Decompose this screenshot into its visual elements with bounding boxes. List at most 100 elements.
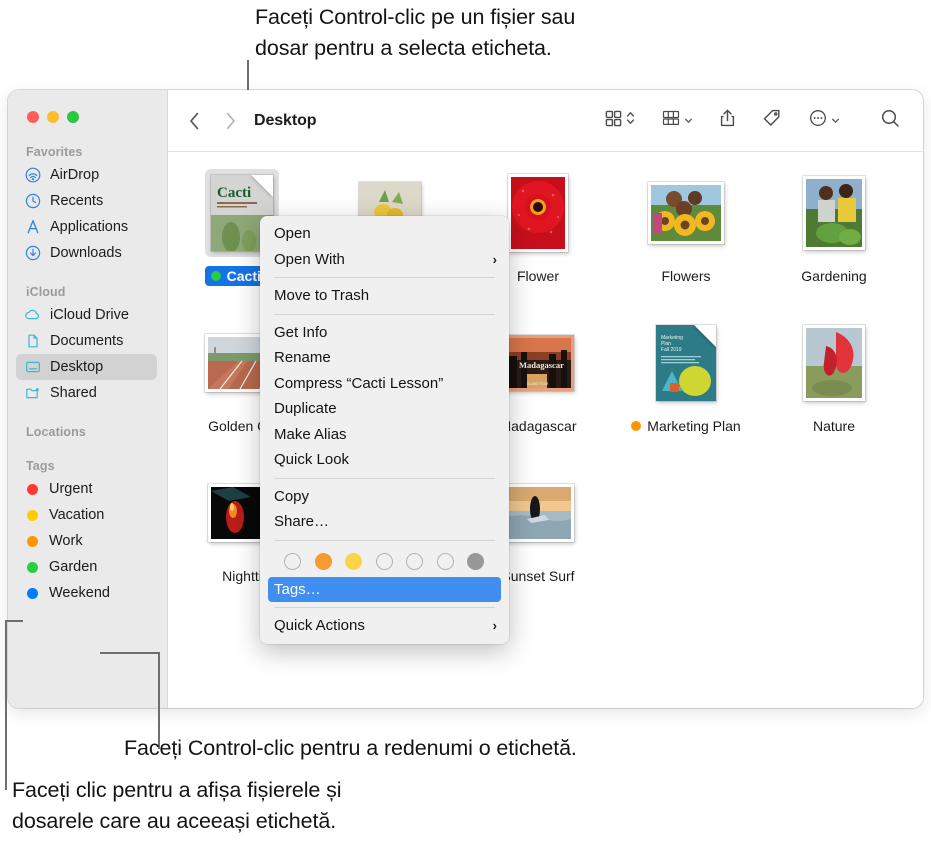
sidebar-item-desktop[interactable]: Desktop — [16, 354, 157, 380]
tag-dot-icon — [27, 509, 38, 521]
chevron-down-icon[interactable] — [684, 112, 693, 130]
menu-item-open[interactable]: Open — [260, 221, 509, 247]
marketing-plan-document-thumb: Marketing Plan Fall 2019 — [656, 325, 716, 401]
thumbnail-container — [648, 170, 724, 256]
menu-separator — [274, 313, 495, 315]
menu-item-make-alias[interactable]: Make Alias — [260, 422, 509, 448]
file-item-nature[interactable]: Nature — [760, 316, 908, 466]
context-menu[interactable]: Open Open With › Move to Trash Get Info … — [260, 216, 509, 644]
ellipsis-circle-icon[interactable] — [808, 108, 828, 133]
chevron-up-down-icon[interactable] — [626, 109, 635, 132]
sidebar-item-label: Garden — [49, 559, 98, 575]
view-options-control[interactable] — [604, 109, 635, 133]
file-item-flowers[interactable]: Flowers — [612, 166, 760, 316]
file-label[interactable]: Flowers — [655, 266, 716, 286]
menu-item-label: Tags… — [274, 580, 321, 598]
forward-button[interactable] — [218, 108, 242, 134]
applications-icon — [24, 219, 41, 236]
sidebar-item-recents[interactable]: Recents — [16, 188, 157, 214]
tag-dot-icon — [210, 271, 221, 281]
menu-item-quick-actions[interactable]: Quick Actions › — [260, 613, 509, 639]
menu-separator — [274, 539, 495, 541]
chevron-down-icon[interactable] — [831, 112, 840, 130]
clock-icon — [24, 193, 41, 210]
tag-swatch-row[interactable] — [260, 546, 509, 577]
menu-item-label: Open With — [274, 250, 345, 268]
desktop-icon — [24, 359, 41, 376]
menu-item-get-info[interactable]: Get Info — [260, 320, 509, 346]
more-actions-control[interactable] — [808, 108, 840, 133]
menu-item-move-to-trash[interactable]: Move to Trash — [260, 283, 509, 309]
file-label[interactable]: Flower — [511, 266, 565, 286]
minimize-window-button[interactable] — [47, 111, 59, 123]
file-item-gardening[interactable]: Gardening — [760, 166, 908, 316]
search-icon[interactable] — [880, 108, 901, 134]
maximize-window-button[interactable] — [67, 111, 79, 123]
menu-item-duplicate[interactable]: Duplicate — [260, 396, 509, 422]
share-button[interactable] — [719, 108, 736, 133]
sidebar-item-label: Applications — [50, 219, 129, 235]
thumbnail-container — [508, 170, 568, 256]
sidebar-item-downloads[interactable]: Downloads — [16, 240, 157, 266]
download-icon — [24, 245, 41, 262]
menu-item-label: Move to Trash — [274, 287, 370, 305]
file-label[interactable]: Gardening — [795, 266, 872, 286]
group-by-control[interactable] — [661, 109, 693, 132]
grid-view-icon[interactable] — [604, 109, 623, 133]
file-name: Nightti — [222, 568, 262, 584]
tag-swatch-blue[interactable] — [406, 552, 423, 570]
screenshot-root: Faceți Control-clic pe un fișier sau dos… — [0, 0, 931, 851]
thumbnail-container — [803, 170, 865, 256]
leader-line-work-h — [5, 620, 23, 622]
svg-text:Cacti: Cacti — [217, 185, 251, 201]
share-icon[interactable] — [719, 108, 736, 133]
sidebar-item-label: Documents — [50, 333, 124, 349]
sidebar-item-applications[interactable]: Applications — [16, 214, 157, 240]
tag-icon[interactable] — [762, 108, 782, 133]
thumbnail-container — [502, 470, 574, 556]
group-by-icon[interactable] — [661, 109, 681, 132]
tag-swatch-none[interactable] — [284, 552, 301, 570]
sidebar-item-documents[interactable]: Documents — [16, 328, 157, 354]
thumbnail-container: Marketing Plan Fall 2019 — [656, 320, 716, 406]
sidebar-item-label: Vacation — [49, 507, 105, 523]
submenu-arrow-icon: › — [492, 618, 497, 634]
close-window-button[interactable] — [27, 111, 39, 123]
tag-dot-icon — [27, 561, 38, 573]
tag-swatch-yellow[interactable] — [345, 552, 362, 570]
tag-swatch-green[interactable] — [375, 552, 393, 570]
file-label[interactable]: Marketing Plan — [625, 416, 746, 436]
nature-photo-thumb — [803, 325, 865, 401]
file-item-marketing-plan[interactable]: Marketing Plan Fall 2019 Marketing Plan — [612, 316, 760, 466]
sidebar-item-tag-work[interactable]: Work — [16, 528, 157, 554]
leader-line-work-v — [5, 620, 7, 790]
sidebar-item-tag-weekend[interactable]: Weekend — [16, 580, 157, 606]
search-button[interactable] — [880, 108, 901, 134]
menu-item-label: Make Alias — [274, 425, 347, 443]
sidebar-item-airdrop[interactable]: AirDrop — [16, 162, 157, 188]
menu-item-rename[interactable]: Rename — [260, 345, 509, 371]
file-label[interactable]: Nature — [807, 416, 861, 436]
airdrop-icon — [24, 167, 41, 184]
menu-item-label: Duplicate — [274, 400, 337, 418]
sidebar-item-icloud-drive[interactable]: iCloud Drive — [16, 302, 157, 328]
menu-item-copy[interactable]: Copy — [260, 484, 509, 510]
tag-swatch-orange[interactable] — [314, 552, 332, 570]
sidebar-item-tag-urgent[interactable]: Urgent — [16, 476, 157, 502]
sunset-surf-photo-thumb — [502, 484, 574, 542]
back-button[interactable] — [182, 108, 206, 134]
sidebar-item-tag-garden[interactable]: Garden — [16, 554, 157, 580]
menu-item-compress[interactable]: Compress “Cacti Lesson” — [260, 371, 509, 397]
menu-item-share[interactable]: Share… — [260, 509, 509, 535]
tag-swatch-gray[interactable] — [467, 552, 484, 570]
sidebar-item-shared[interactable]: Shared — [16, 380, 157, 406]
menu-item-tags[interactable]: Tags… — [268, 576, 501, 602]
menu-item-quick-look[interactable]: Quick Look — [260, 447, 509, 473]
tag-dot-icon — [631, 421, 642, 431]
tag-swatch-purple[interactable] — [436, 552, 454, 570]
menu-item-open-with[interactable]: Open With › — [260, 247, 509, 273]
menu-item-label: Quick Actions — [274, 617, 365, 635]
menu-item-label: Share… — [274, 513, 330, 531]
add-tags-button[interactable] — [762, 108, 782, 133]
sidebar-item-tag-vacation[interactable]: Vacation — [16, 502, 157, 528]
